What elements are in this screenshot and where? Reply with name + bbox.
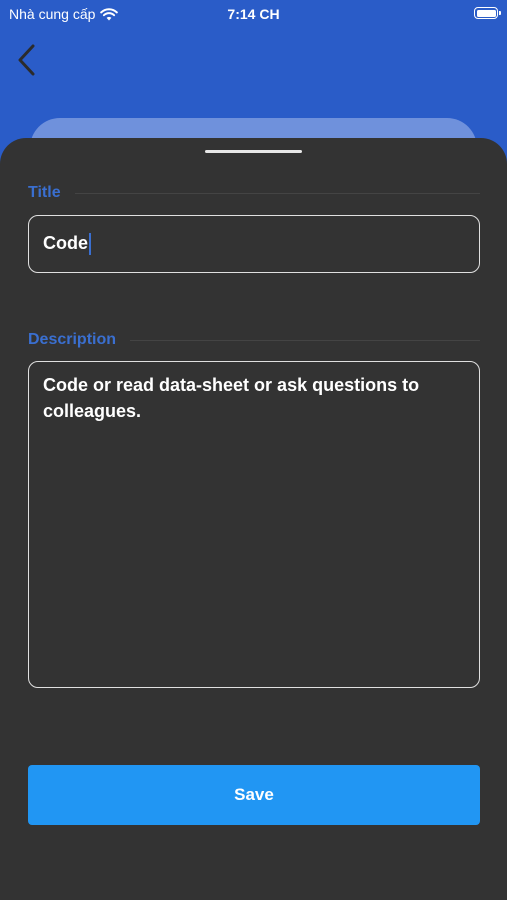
edit-bottom-sheet: Title Code Description Code or read data… [0, 138, 507, 900]
title-input-value: Code [43, 233, 88, 253]
title-label: Title [28, 184, 61, 201]
text-cursor [89, 233, 91, 256]
description-divider [130, 339, 480, 341]
description-textarea[interactable]: Code or read data-sheet or ask questions… [28, 361, 480, 688]
description-textarea-value: Code or read data-sheet or ask questions… [43, 375, 420, 421]
sheet-drag-handle[interactable] [205, 150, 302, 153]
save-button-label: Save [234, 785, 274, 804]
description-label: Description [28, 331, 117, 348]
status-bar: Nhà cung cấp 7:14 CH [0, 0, 507, 30]
status-time: 7:14 CH [227, 6, 280, 22]
title-divider [74, 192, 480, 194]
battery-icon [474, 7, 501, 19]
description-section-header: Description [28, 331, 480, 349]
back-chevron-icon[interactable] [12, 40, 42, 80]
title-input[interactable]: Code [28, 215, 480, 273]
save-button[interactable]: Save [28, 765, 480, 825]
title-section-header: Title [28, 184, 480, 202]
